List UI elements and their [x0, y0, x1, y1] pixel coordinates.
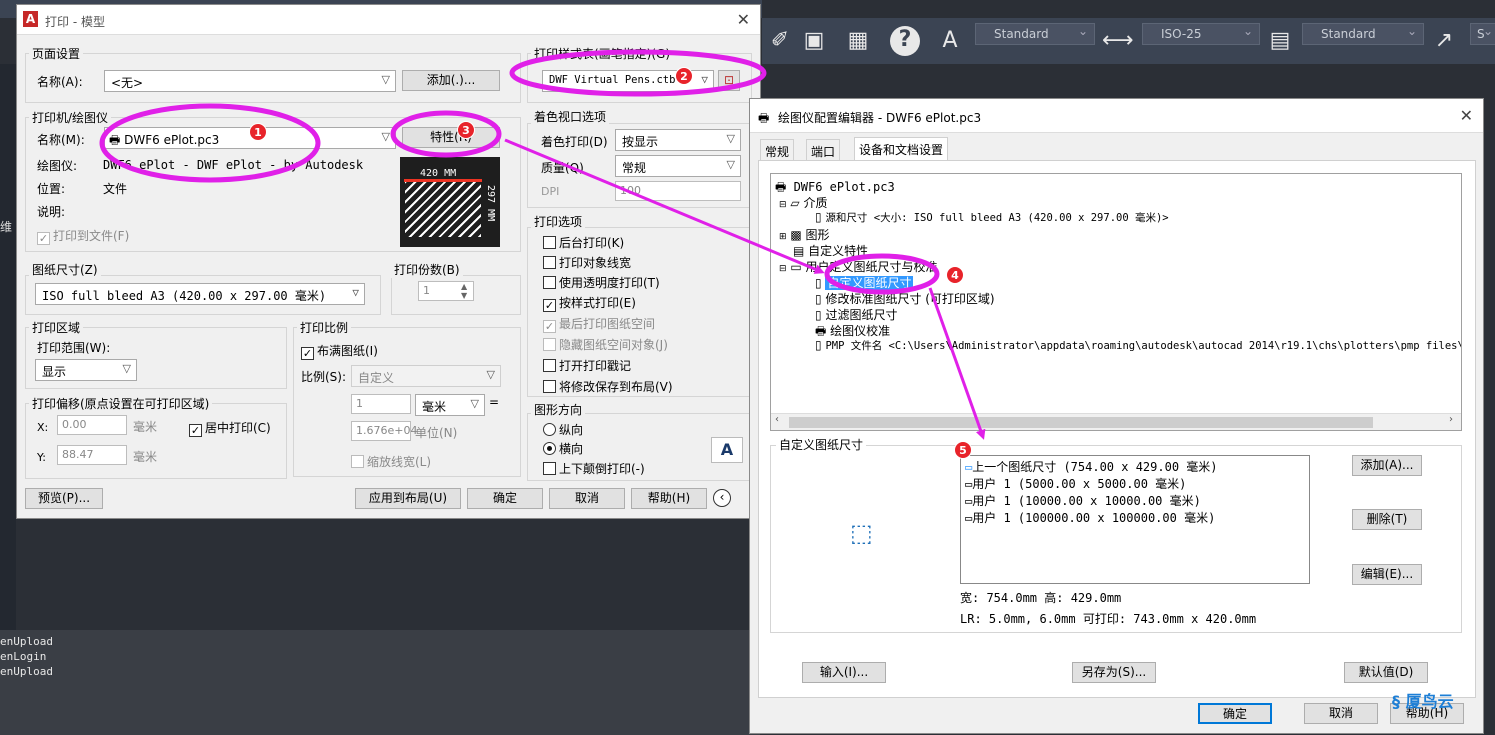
arrow-properties-to-tree — [504, 138, 825, 274]
watermark: § 厦鸟云 — [1392, 688, 1454, 712]
highlight-ellipse-custom-sizes — [824, 253, 940, 295]
highlight-ellipse-plot-style — [509, 49, 767, 97]
highlight-ellipse-printer — [99, 103, 321, 183]
annotation-badge: 4 — [946, 266, 964, 284]
annotation-badge: 5 — [954, 441, 972, 459]
annotation-badge: 2 — [675, 67, 693, 85]
annotation-overlay — [99, 49, 986, 440]
annotation-badge: 3 — [457, 121, 475, 139]
highlight-ellipse-properties — [390, 110, 502, 158]
watermark-logo-icon: § — [1392, 692, 1400, 711]
annotation-badge: 1 — [249, 123, 267, 141]
watermark-text: 厦鸟云 — [1405, 692, 1454, 711]
arrow-tree-to-list — [928, 287, 986, 440]
